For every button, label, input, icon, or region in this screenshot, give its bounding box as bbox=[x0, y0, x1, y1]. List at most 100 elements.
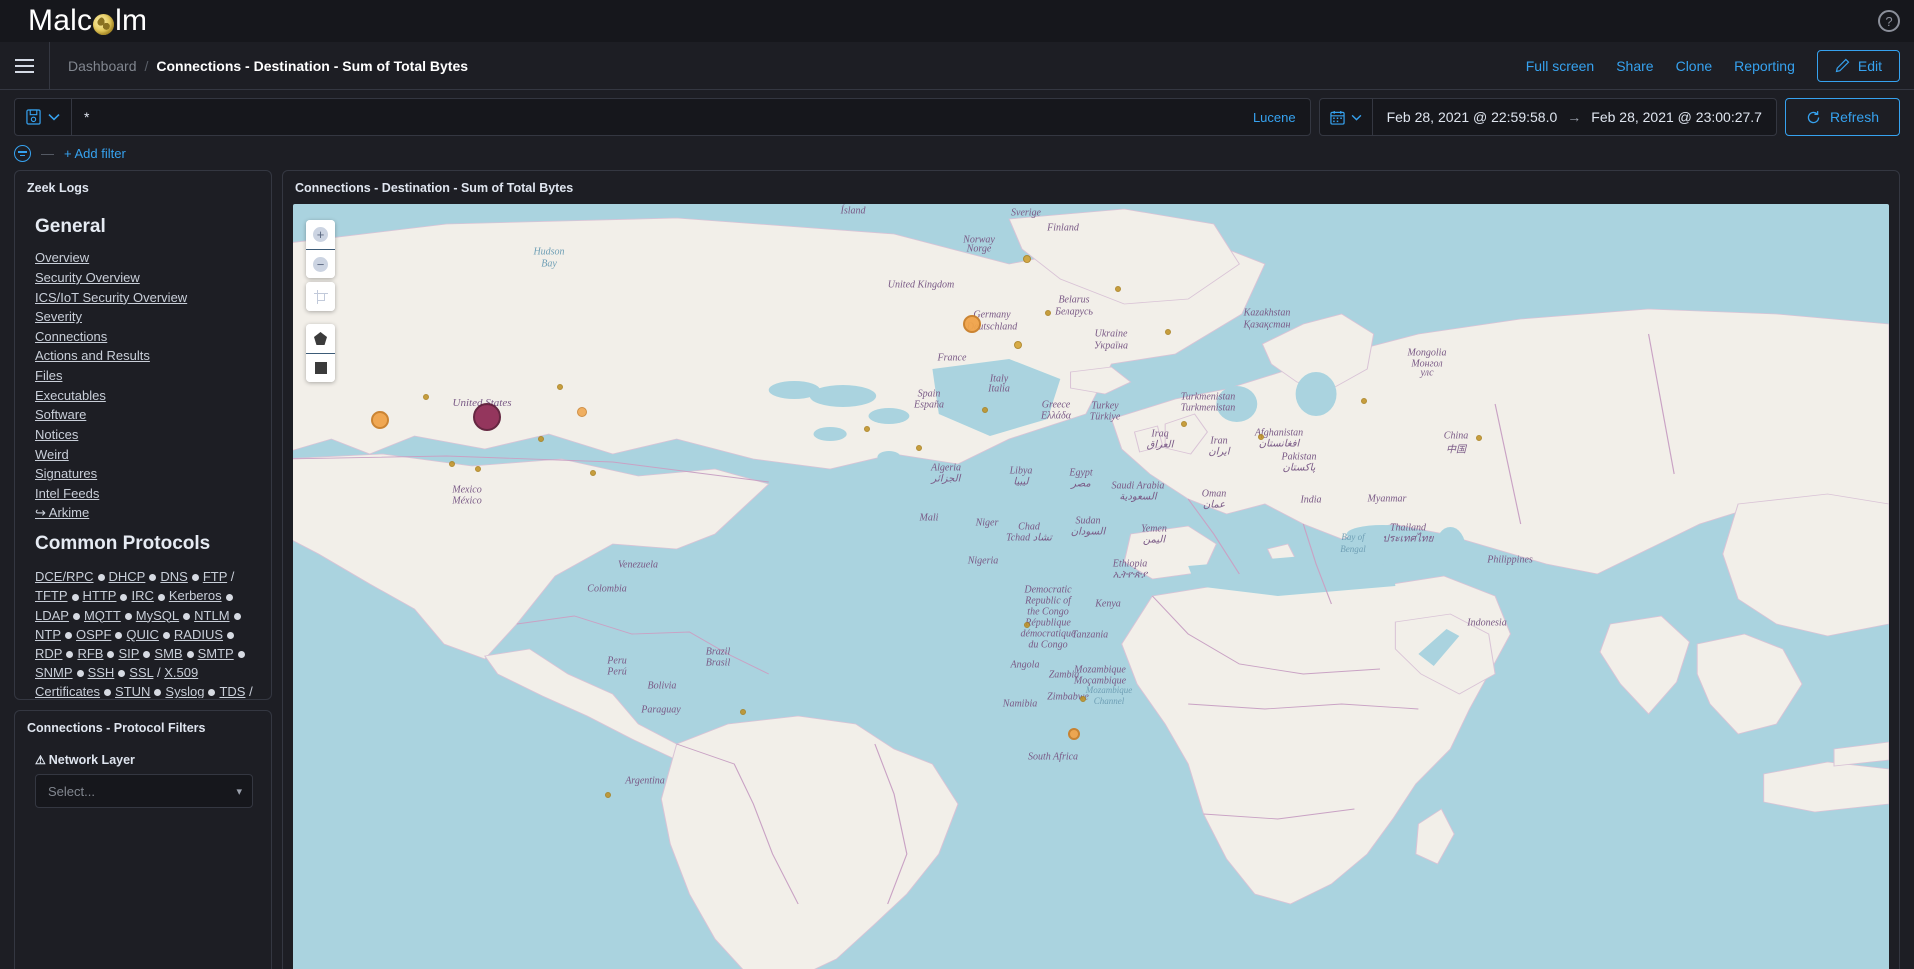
protocol-link-52[interactable]: Syslog bbox=[165, 684, 204, 698]
zeek-logs-content[interactable]: General Overview Security Overview ICS/IoT… bbox=[15, 201, 271, 698]
map-marker-12[interactable] bbox=[590, 470, 596, 476]
map-marker-7[interactable] bbox=[423, 394, 429, 400]
refresh-button[interactable]: Refresh bbox=[1784, 98, 1900, 136]
zoom-out-button[interactable]: − bbox=[306, 249, 335, 278]
protocol-link-42[interactable]: SNMP bbox=[35, 665, 73, 680]
general-link-7[interactable]: Executables bbox=[35, 388, 106, 405]
full-screen-link[interactable]: Full screen bbox=[1526, 58, 1594, 74]
search-input[interactable] bbox=[72, 99, 1239, 135]
protocol-link-12[interactable]: IRC bbox=[131, 588, 153, 603]
hamburger-menu-icon[interactable] bbox=[0, 41, 50, 90]
map-marker-14[interactable] bbox=[1045, 310, 1051, 316]
general-link-6[interactable]: Files bbox=[35, 368, 62, 385]
map-marker-16[interactable] bbox=[1181, 421, 1187, 427]
map-marker-24[interactable] bbox=[605, 792, 611, 798]
saved-query-menu[interactable] bbox=[15, 99, 72, 135]
date-picker-group: Feb 28, 2021 @ 22:59:58.0 → Feb 28, 2021… bbox=[1318, 98, 1777, 136]
map-marker-15[interactable] bbox=[1165, 329, 1171, 335]
protocol-link-14[interactable]: Kerberos bbox=[169, 588, 222, 603]
map-marker-17[interactable] bbox=[1258, 434, 1264, 440]
general-link-3[interactable]: Severity bbox=[35, 309, 82, 326]
filter-options-icon[interactable] bbox=[14, 145, 31, 162]
map-marker-23[interactable] bbox=[740, 709, 746, 715]
map-marker-5[interactable] bbox=[1023, 255, 1031, 263]
protocol-link-24[interactable]: NTP bbox=[35, 627, 61, 642]
date-quick-select-button[interactable] bbox=[1320, 99, 1373, 135]
network-layer-select[interactable]: Select... ▾ bbox=[35, 774, 253, 808]
map-marker-13[interactable] bbox=[1115, 286, 1121, 292]
map-marker-26[interactable] bbox=[1080, 696, 1086, 702]
protocol-link-4[interactable]: DNS bbox=[160, 569, 187, 584]
protocol-link-50[interactable]: STUN bbox=[115, 684, 150, 698]
protocol-link-18[interactable]: MQTT bbox=[84, 608, 121, 623]
map-marker-18[interactable] bbox=[1476, 435, 1482, 441]
map-marker-0[interactable] bbox=[473, 403, 501, 431]
draw-polygon-icon[interactable] bbox=[306, 324, 335, 353]
protocol-link-32[interactable]: RDP bbox=[35, 646, 62, 661]
map-marker-2[interactable] bbox=[963, 315, 981, 333]
protocol-separator-dot bbox=[124, 612, 132, 620]
protocol-link-54[interactable]: TDS bbox=[219, 684, 245, 698]
protocol-link-38[interactable]: SMB bbox=[154, 646, 182, 661]
protocol-link-16[interactable]: LDAP bbox=[35, 608, 69, 623]
map-marker-20[interactable] bbox=[916, 445, 922, 451]
reporting-link[interactable]: Reporting bbox=[1734, 58, 1795, 74]
map-marker-8[interactable] bbox=[557, 384, 563, 390]
protocol-separator-dot bbox=[227, 631, 235, 639]
map-marker-4[interactable] bbox=[577, 407, 587, 417]
clone-link[interactable]: Clone bbox=[1676, 58, 1713, 74]
protocol-link-2[interactable]: DHCP bbox=[109, 569, 146, 584]
help-circle-icon[interactable]: ? bbox=[1878, 10, 1900, 32]
general-link-10[interactable]: Weird bbox=[35, 447, 69, 464]
protocol-separator-dot bbox=[233, 612, 241, 620]
protocol-link-26[interactable]: OSPF bbox=[76, 627, 111, 642]
map-marker-11[interactable] bbox=[475, 466, 481, 472]
map-marker-9[interactable] bbox=[538, 436, 544, 442]
zoom-in-button[interactable]: + bbox=[306, 220, 335, 249]
date-range-end[interactable]: Feb 28, 2021 @ 23:00:27.7 bbox=[1591, 109, 1762, 125]
general-link-13[interactable]: ↪ Arkime bbox=[35, 505, 89, 522]
malcolm-logo: Malc lm bbox=[28, 4, 147, 38]
draw-rectangle-icon[interactable] bbox=[306, 353, 335, 382]
share-link[interactable]: Share bbox=[1616, 58, 1653, 74]
query-language-button[interactable]: Lucene bbox=[1239, 99, 1310, 135]
breadcrumb-dashboard[interactable]: Dashboard bbox=[68, 58, 137, 74]
date-range-display[interactable]: Feb 28, 2021 @ 22:59:58.0 → Feb 28, 2021… bbox=[1373, 99, 1776, 135]
protocol-link-28[interactable]: QUIC bbox=[126, 627, 159, 642]
general-link-12[interactable]: Intel Feeds bbox=[35, 486, 99, 503]
protocol-link-22[interactable]: NTLM bbox=[194, 608, 229, 623]
date-range-start[interactable]: Feb 28, 2021 @ 22:59:58.0 bbox=[1387, 109, 1558, 125]
fit-bounds-icon[interactable] bbox=[306, 282, 335, 311]
general-link-5[interactable]: Actions and Results bbox=[35, 348, 150, 365]
map-canvas[interactable]: Ísland Sverige Finland Norway Norge Hudson Bay… bbox=[293, 204, 1889, 969]
map-marker-10[interactable] bbox=[449, 461, 455, 467]
map-marker-25[interactable] bbox=[1024, 622, 1030, 628]
map-marker-22[interactable] bbox=[1361, 398, 1367, 404]
map-marker-19[interactable] bbox=[864, 426, 870, 432]
protocol-link-46[interactable]: SSL bbox=[129, 665, 153, 680]
protocol-link-36[interactable]: SIP bbox=[118, 646, 139, 661]
protocol-link-10[interactable]: HTTP bbox=[83, 588, 117, 603]
add-filter-button[interactable]: + Add filter bbox=[64, 146, 126, 161]
general-link-0[interactable]: Overview bbox=[35, 250, 89, 267]
edit-button[interactable]: Edit bbox=[1816, 49, 1900, 82]
protocol-link-40[interactable]: SMTP bbox=[198, 646, 234, 661]
general-link-8[interactable]: Software bbox=[35, 407, 86, 424]
general-link-1[interactable]: Security Overview bbox=[35, 270, 140, 287]
general-link-2[interactable]: ICS/IoT Security Overview bbox=[35, 290, 187, 307]
protocol-link-8[interactable]: TFTP bbox=[35, 588, 68, 603]
protocol-link-44[interactable]: SSH bbox=[88, 665, 115, 680]
general-link-4[interactable]: Connections bbox=[35, 329, 107, 346]
map-marker-3[interactable] bbox=[1068, 728, 1080, 740]
map-marker-6[interactable] bbox=[1014, 341, 1022, 349]
map-marker-1[interactable] bbox=[371, 411, 389, 429]
general-link-11[interactable]: Signatures bbox=[35, 466, 97, 483]
protocol-link-30[interactable]: RADIUS bbox=[174, 627, 223, 642]
protocol-link-34[interactable]: RFB bbox=[77, 646, 103, 661]
protocol-link-6[interactable]: FTP bbox=[203, 569, 227, 584]
protocol-link-20[interactable]: MySQL bbox=[136, 608, 179, 623]
protocol-separator-dot bbox=[118, 669, 126, 677]
protocol-link-0[interactable]: DCE/RPC bbox=[35, 569, 94, 584]
general-link-9[interactable]: Notices bbox=[35, 427, 78, 444]
map-marker-21[interactable] bbox=[982, 407, 988, 413]
